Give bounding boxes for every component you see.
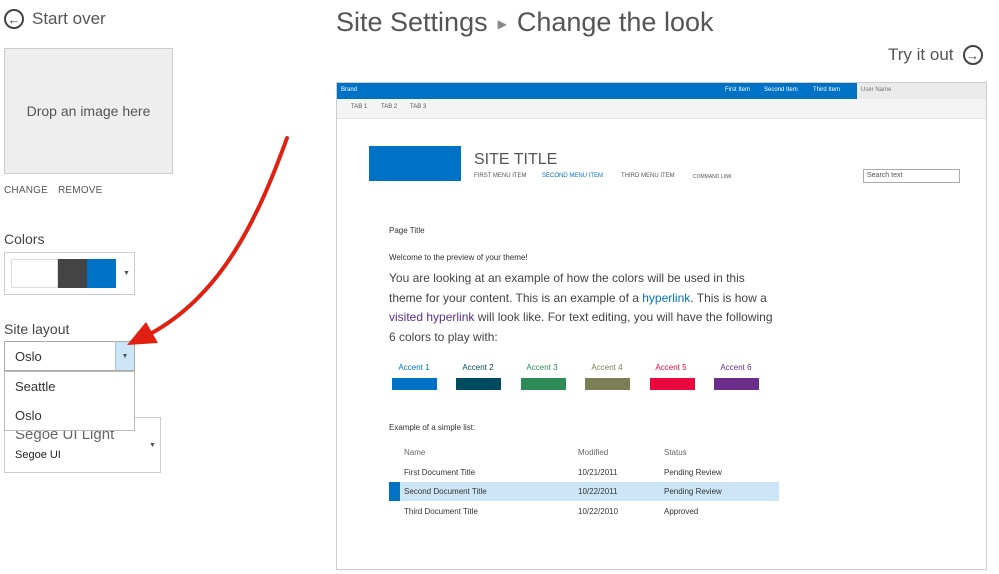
color-swatch-blue [87,259,116,288]
table-row-modified: 10/21/2011 [578,468,618,477]
sample-visited-hyperlink: visited hyperlink [389,310,475,324]
change-image-link[interactable]: CHANGE [4,185,48,196]
chevron-down-icon: ▼ [123,270,130,277]
layout-option-seattle[interactable]: Seattle [5,372,134,401]
breadcrumb-change-look: Change the look [516,7,714,37]
list-header-status: Status [664,448,687,457]
list-header-name: Name [404,448,426,457]
theme-preview: Brand First Item Second Item Third Item … [336,82,987,570]
remove-image-link[interactable]: REMOVE [58,185,103,196]
suite-link-third: Third Item [813,87,841,93]
user-name: User Name [861,87,892,93]
sample-hyperlink: hyperlink [642,290,691,305]
list-header-modified: Modified [578,448,609,457]
page-title: Site Settings ▶ Change the look [336,7,713,38]
table-row-name: First Document Title [404,468,476,477]
suite-bar: Brand First Item Second Item Third Item [337,83,857,99]
preview-tab-3: TAB 3 [410,104,427,110]
site-layout-options: Seattle Oslo [4,371,135,431]
topnav-second: SECOND MENU ITEM [542,173,604,179]
accent-4-label: Accent 4 [591,363,623,372]
topnav-command-link: COMMAND LINK [693,174,732,180]
preview-tab-1: TAB 1 [351,104,368,110]
table-row-name: Third Document Title [404,507,478,516]
try-it-out-label: Try it out [888,45,954,64]
forward-arrow-icon: → [962,45,983,65]
preview-body-text: You are looking at an example of how the… [389,269,779,347]
site-layout-value: Oslo [15,349,42,364]
accent-6-label: Accent 6 [720,363,752,372]
font-body-name: Segoe UI [15,449,61,461]
color-swatch-white [11,259,58,288]
drop-zone-text: Drop an image here [26,103,151,119]
color-scheme-picker[interactable]: ▼ [4,252,135,295]
list-caption: Example of a simple list: [389,423,476,432]
dropdown-button[interactable]: ▼ [115,342,134,370]
preview-tab-2: TAB 2 [381,104,398,110]
site-layout-select[interactable]: Oslo ▼ [4,341,135,371]
image-drop-zone[interactable]: Drop an image here [4,48,173,174]
site-layout-label: Site layout [4,321,70,337]
chevron-down-icon: ▼ [149,442,156,449]
table-row-modified: 10/22/2010 [578,507,619,516]
body-text-part: . This is how a [690,290,767,305]
colors-label: Colors [4,231,45,247]
table-row-status: Approved [664,507,699,516]
chevron-down-icon: ▼ [121,352,129,360]
accent-1-label: Accent 1 [398,363,430,372]
accent-1-swatch [392,378,437,390]
color-swatch-dark [58,259,87,288]
brand-label: Brand [341,87,358,93]
table-row-status: Pending Review [664,468,722,477]
back-arrow-icon: ← [4,9,24,29]
site-logo [369,146,461,181]
suite-link-first: First Item [725,87,750,93]
accent-6-swatch [714,378,759,390]
preview-search-box: Search text [863,169,960,183]
user-area: User Name [857,83,986,99]
preview-site-title: SITE TITLE [474,151,558,168]
accent-5-label: Accent 5 [655,363,687,372]
topnav-first: FIRST MENU ITEM [474,173,527,179]
try-it-out-link[interactable]: Try it out → [888,45,983,65]
accent-3-label: Accent 3 [526,363,558,372]
start-over-link[interactable]: ← Start over [4,9,106,29]
accent-2-label: Accent 2 [462,363,494,372]
accent-2-swatch [456,378,501,390]
table-row-modified: 10/22/2011 [578,487,618,496]
preview-welcome: Welcome to the preview of your theme! [389,253,528,262]
accent-3-swatch [521,378,566,390]
topnav-third: THIRD MENU ITEM [621,173,675,179]
accent-5-swatch [650,378,695,390]
layout-option-oslo[interactable]: Oslo [5,401,134,430]
suite-link-second: Second Item [764,87,798,93]
breadcrumb-separator-icon: ▶ [497,16,507,31]
accent-4-swatch [585,378,630,390]
table-row-status: Pending Review [664,487,722,496]
table-row-name: Second Document Title [404,487,487,496]
preview-tab-row: TAB 1 TAB 2 TAB 3 [337,99,986,119]
start-over-label: Start over [32,9,106,28]
breadcrumb-site-settings[interactable]: Site Settings [336,7,488,37]
selected-row-marker [389,482,400,501]
preview-page-title: Page Title [389,226,425,235]
